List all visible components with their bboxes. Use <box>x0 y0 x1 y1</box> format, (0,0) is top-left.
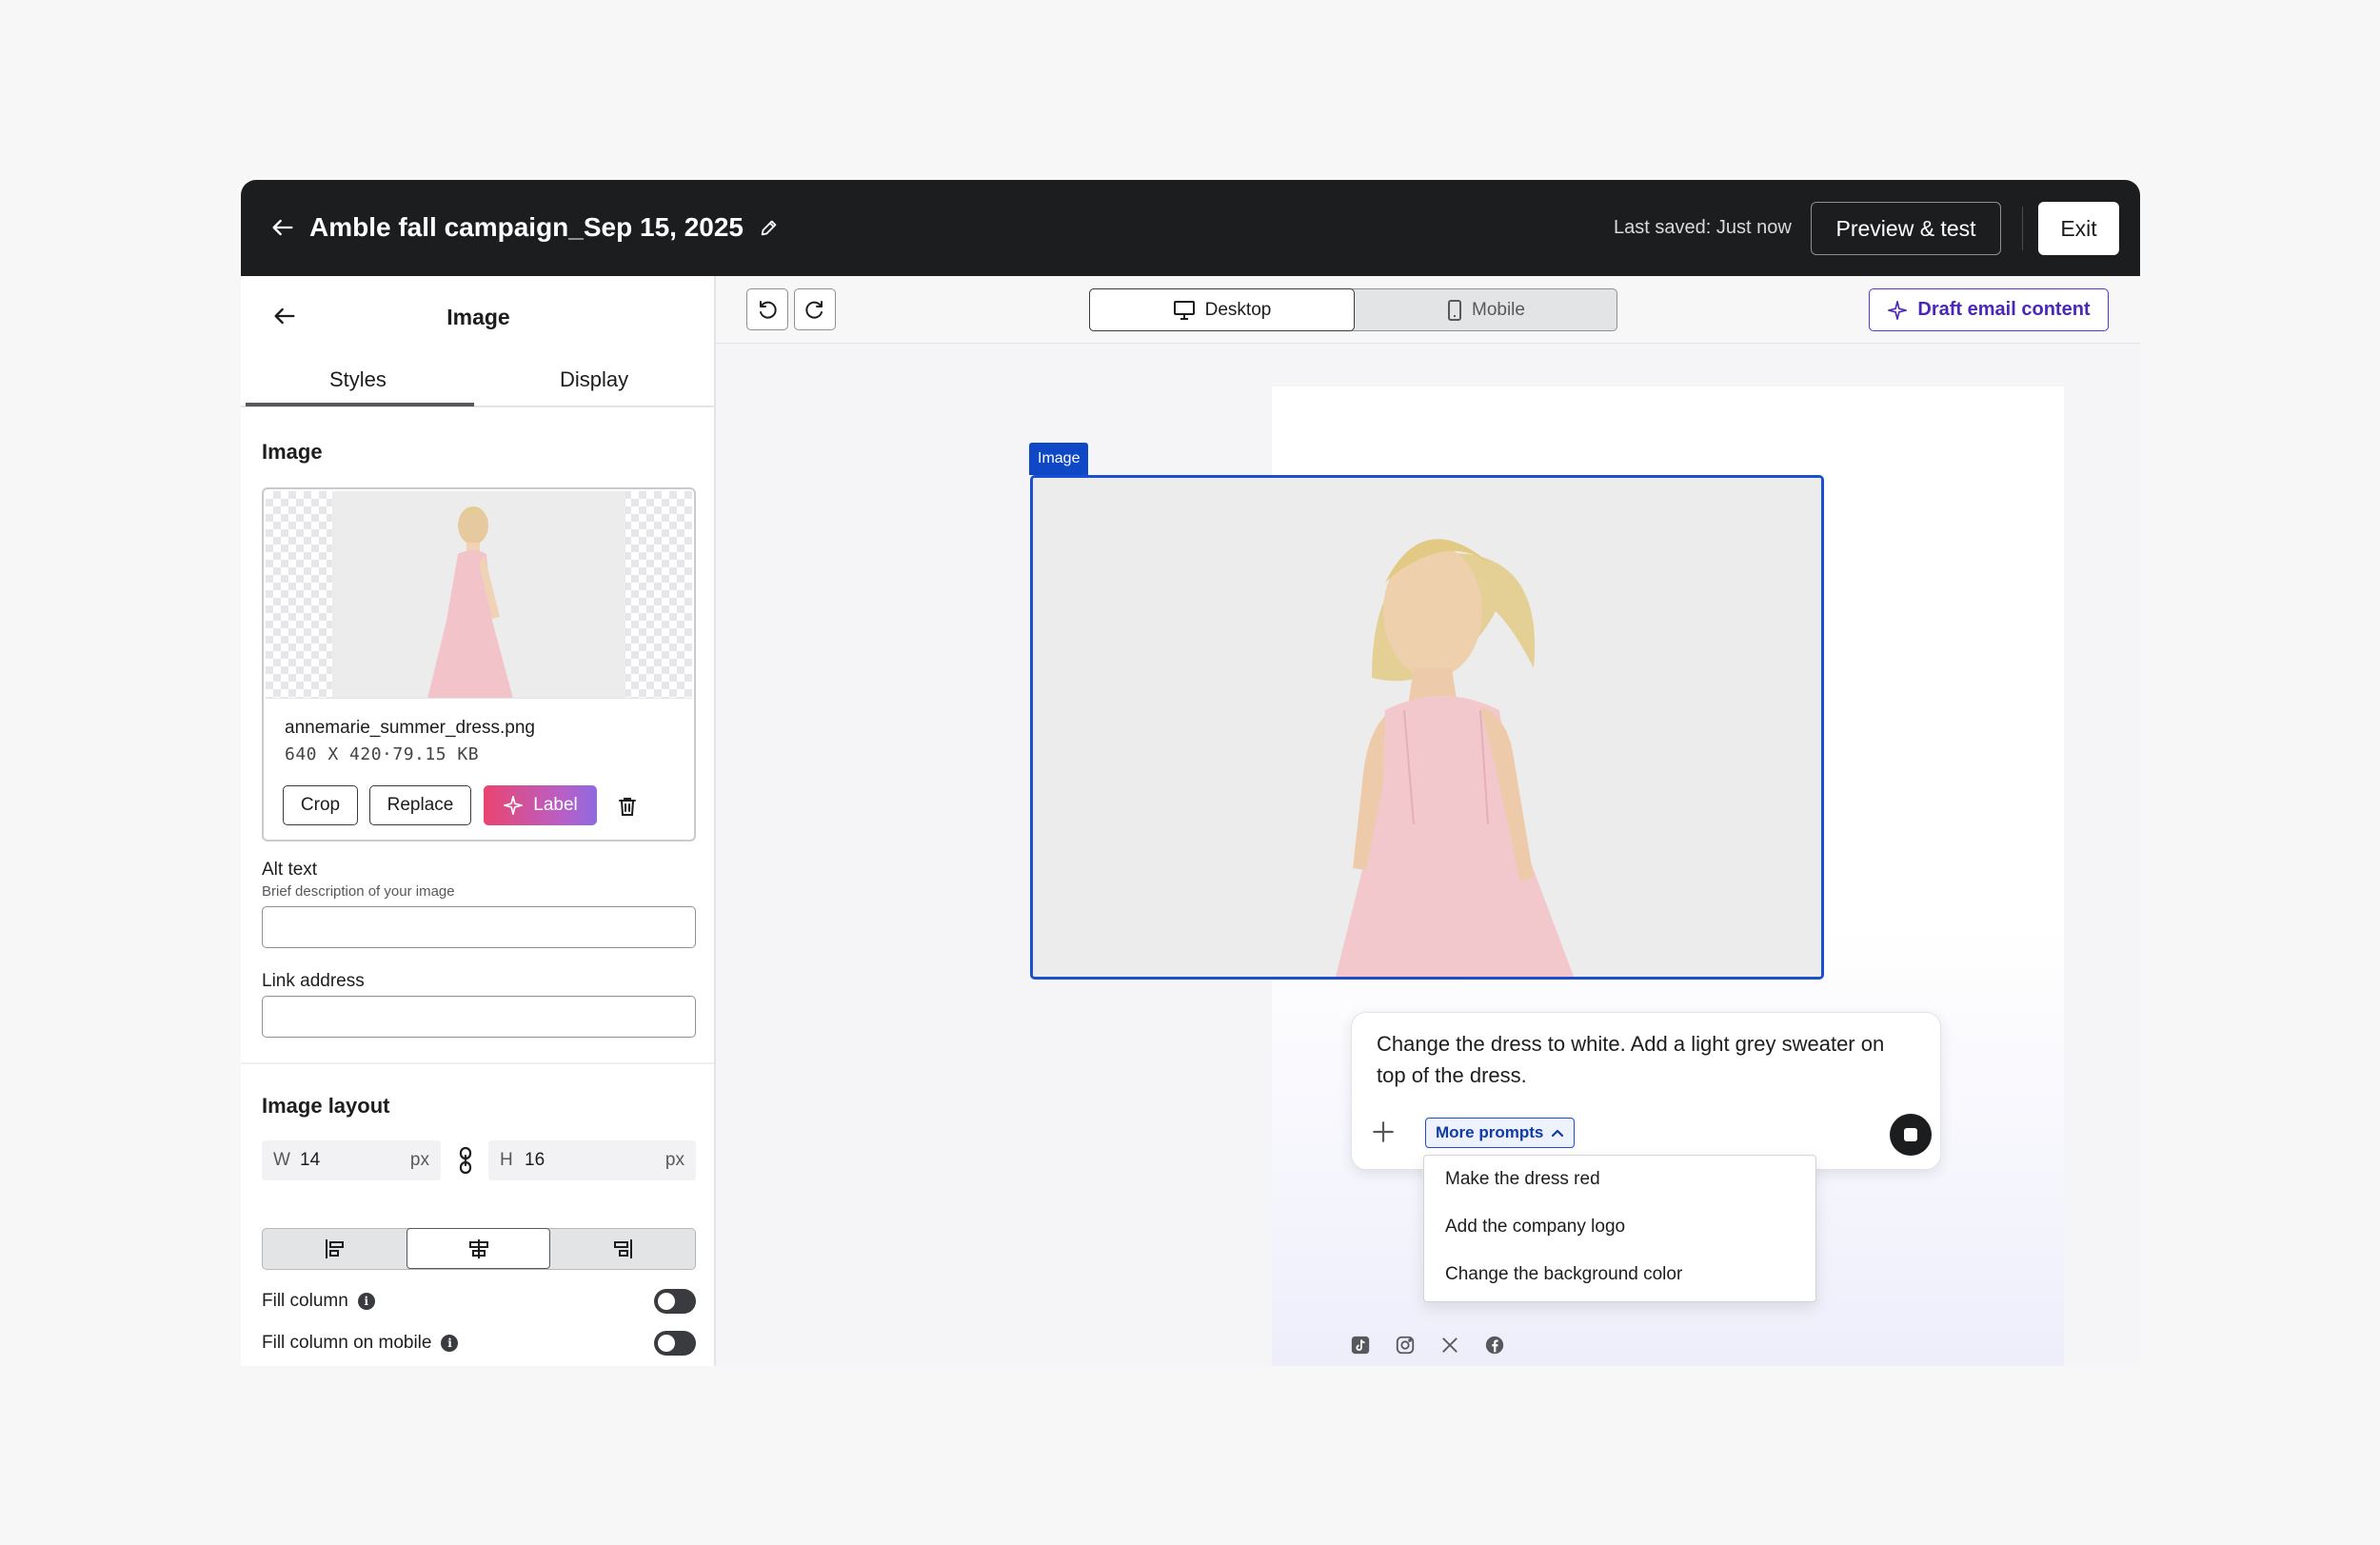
image-layout-title: Image layout <box>262 1094 390 1118</box>
back-arrow-icon[interactable] <box>260 205 306 250</box>
undo-icon <box>760 301 777 319</box>
sparkle-icon <box>504 796 524 815</box>
draft-label: Draft email content <box>1917 299 2091 320</box>
height-prefix: H <box>500 1150 513 1170</box>
align-right-button[interactable] <box>550 1229 694 1268</box>
image-section-title: Image <box>262 440 323 464</box>
draft-email-content-button[interactable]: Draft email content <box>1869 288 2109 331</box>
facebook-icon[interactable] <box>1483 1334 1506 1357</box>
fill-column-row: Fill column i <box>262 1288 696 1317</box>
more-prompts-button[interactable]: More prompts <box>1425 1118 1576 1148</box>
mobile-view-button[interactable]: Mobile <box>1355 288 1617 331</box>
campaign-title: Amble fall campaign_Sep 15, 2025 <box>309 212 744 242</box>
add-attachment-plus-icon[interactable] <box>1367 1116 1399 1148</box>
preview-test-button[interactable]: Preview & test <box>1811 202 2001 255</box>
last-saved-status: Last saved: Just now <box>1614 217 1792 238</box>
align-center-icon <box>468 1238 488 1258</box>
canvas-toolbar: Desktop Mobile Draft email content <box>716 276 2140 344</box>
align-right-icon <box>613 1238 632 1258</box>
image-file-meta: 640 X 420·79.15 KB <box>285 744 480 764</box>
header-divider <box>2022 207 2023 250</box>
mobile-label: Mobile <box>1472 299 1525 320</box>
ai-label-button[interactable]: Label <box>484 785 597 825</box>
thumbnail-photo <box>332 491 625 698</box>
fill-column-label-group: Fill column i <box>262 1291 375 1312</box>
undo-button[interactable] <box>746 288 788 330</box>
x-icon[interactable] <box>1438 1334 1461 1357</box>
exit-button[interactable]: Exit <box>2038 202 2119 255</box>
image-file-card: annemarie_summer_dress.png 640 X 420·79.… <box>262 487 696 842</box>
more-prompts-label: More prompts <box>1436 1123 1544 1141</box>
active-tab-indicator <box>246 403 474 406</box>
more-prompts-menu: Make the dress red Add the company logo … <box>1423 1155 1816 1302</box>
tab-styles[interactable]: Styles <box>329 367 387 392</box>
fill-column-mobile-label-group: Fill column on mobile i <box>262 1333 459 1354</box>
redo-icon <box>805 301 823 319</box>
info-icon[interactable]: i <box>357 1293 375 1310</box>
link-address-input[interactable] <box>262 996 696 1038</box>
info-icon[interactable]: i <box>441 1335 459 1352</box>
selected-image-block[interactable] <box>1030 475 1824 980</box>
height-value: 16 <box>525 1150 545 1170</box>
model-photo <box>1033 478 1821 977</box>
height-input[interactable]: H 16 px <box>488 1140 696 1180</box>
link-dimensions-icon[interactable] <box>452 1145 479 1176</box>
sparkle-icon <box>1888 300 1908 320</box>
image-thumbnail <box>266 491 692 699</box>
panel-title: Image <box>446 305 510 329</box>
ai-prompt-box: Change the dress to white. Add a light g… <box>1351 1012 1941 1170</box>
fill-column-mobile-row: Fill column on mobile i <box>262 1330 696 1358</box>
chevron-up-icon <box>1552 1129 1564 1138</box>
align-left-icon <box>325 1238 344 1258</box>
edit-title-pencil-icon[interactable] <box>754 212 784 243</box>
alt-text-help: Brief description of your image <box>262 883 455 900</box>
desktop-view-button[interactable]: Desktop <box>1089 288 1355 331</box>
align-left-button[interactable] <box>263 1229 407 1268</box>
section-separator <box>241 1062 714 1064</box>
alt-text-label: Alt text <box>262 860 318 880</box>
replace-button[interactable]: Replace <box>369 785 471 825</box>
link-address-label: Link address <box>262 971 365 991</box>
fill-column-label: Fill column <box>262 1291 348 1311</box>
width-unit: px <box>409 1150 429 1170</box>
alt-text-input[interactable] <box>262 906 696 948</box>
fill-column-toggle[interactable] <box>654 1289 696 1314</box>
fill-column-mobile-label: Fill column on mobile <box>262 1333 432 1353</box>
ai-label-text: Label <box>533 795 578 815</box>
menu-item-add-company-logo[interactable]: Add the company logo <box>1445 1217 1625 1238</box>
align-center-button[interactable] <box>407 1228 550 1269</box>
width-value: 14 <box>300 1150 321 1170</box>
image-filename: annemarie_summer_dress.png <box>285 718 535 738</box>
crop-button[interactable]: Crop <box>283 785 358 825</box>
view-toggle: Desktop Mobile <box>1089 288 1617 331</box>
prompt-input-text[interactable]: Change the dress to white. Add a light g… <box>1377 1028 1910 1091</box>
width-prefix: W <box>273 1150 290 1170</box>
delete-image-trash-icon[interactable] <box>608 787 646 825</box>
menu-item-change-background[interactable]: Change the background color <box>1445 1264 1682 1285</box>
top-bar: Amble fall campaign_Sep 15, 2025 Last sa… <box>241 180 2140 276</box>
redo-button[interactable] <box>794 288 836 330</box>
alignment-control <box>262 1228 696 1270</box>
instagram-icon[interactable] <box>1394 1334 1417 1357</box>
email-editor-app: Amble fall campaign_Sep 15, 2025 Last sa… <box>241 180 2140 1366</box>
tiktok-icon[interactable] <box>1349 1334 1372 1357</box>
tab-display[interactable]: Display <box>560 367 628 392</box>
desktop-icon <box>1173 300 1195 320</box>
fill-column-mobile-toggle[interactable] <box>654 1331 696 1356</box>
width-input[interactable]: W 14 px <box>262 1140 441 1180</box>
selected-block-tag: Image <box>1029 443 1089 475</box>
height-unit: px <box>664 1150 684 1170</box>
desktop-label: Desktop <box>1204 299 1272 320</box>
mobile-icon <box>1448 299 1461 321</box>
stop-generating-button[interactable] <box>1890 1114 1932 1156</box>
menu-item-make-dress-red[interactable]: Make the dress red <box>1445 1169 1600 1190</box>
properties-panel: Image Styles Display Image annemarie_sum… <box>241 276 716 1366</box>
